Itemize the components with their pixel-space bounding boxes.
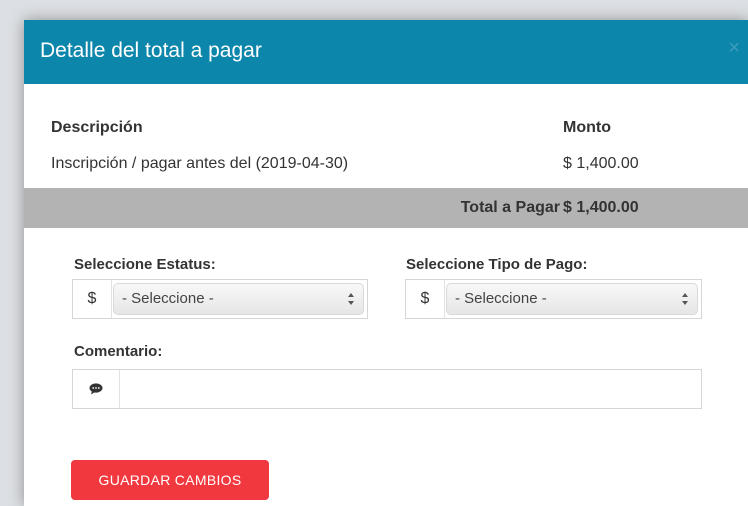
- status-label: Seleccione Estatus:: [74, 256, 216, 273]
- comment-input-group: [72, 369, 702, 410]
- column-header-description: Descripción: [51, 119, 143, 136]
- table-header-row: Descripción Monto: [24, 108, 748, 148]
- comment-input[interactable]: [121, 370, 701, 410]
- close-icon[interactable]: ×: [728, 38, 740, 58]
- comment-bubble-icon: [89, 383, 103, 395]
- select-arrows-icon: [348, 293, 354, 305]
- table-row: Inscripción / pagar antes del (2019-04-3…: [24, 148, 748, 188]
- select-arrows-icon: [682, 293, 688, 305]
- payment-table: Descripción Monto Inscripción / pagar an…: [24, 108, 748, 228]
- status-select-value: - Seleccione -: [122, 290, 214, 307]
- total-row: Total a Pagar $ 1,400.00: [24, 188, 748, 228]
- total-amount: $ 1,400.00: [563, 199, 639, 216]
- payment-type-select-value: - Seleccione -: [455, 290, 547, 307]
- dollar-icon: $: [73, 280, 112, 318]
- status-select[interactable]: - Seleccione -: [113, 283, 364, 315]
- payment-type-input-group: $ - Seleccione -: [405, 279, 702, 319]
- payment-type-label: Seleccione Tipo de Pago:: [406, 256, 588, 273]
- total-label: Total a Pagar: [460, 199, 560, 216]
- comment-icon: [73, 370, 120, 408]
- modal-title: Detalle del total a pagar: [40, 39, 262, 62]
- item-amount: $ 1,400.00: [563, 155, 639, 172]
- payment-detail-modal: Detalle del total a pagar × Descripción …: [24, 20, 748, 506]
- status-input-group: $ - Seleccione -: [72, 279, 368, 319]
- modal-header: Detalle del total a pagar ×: [24, 20, 748, 84]
- save-changes-button[interactable]: GUARDAR CAMBIOS: [71, 460, 269, 500]
- comment-label: Comentario:: [74, 343, 163, 360]
- dollar-icon: $: [406, 280, 445, 318]
- column-header-amount: Monto: [563, 119, 611, 136]
- payment-type-select[interactable]: - Seleccione -: [446, 283, 698, 315]
- item-description: Inscripción / pagar antes del (2019-04-3…: [51, 155, 349, 172]
